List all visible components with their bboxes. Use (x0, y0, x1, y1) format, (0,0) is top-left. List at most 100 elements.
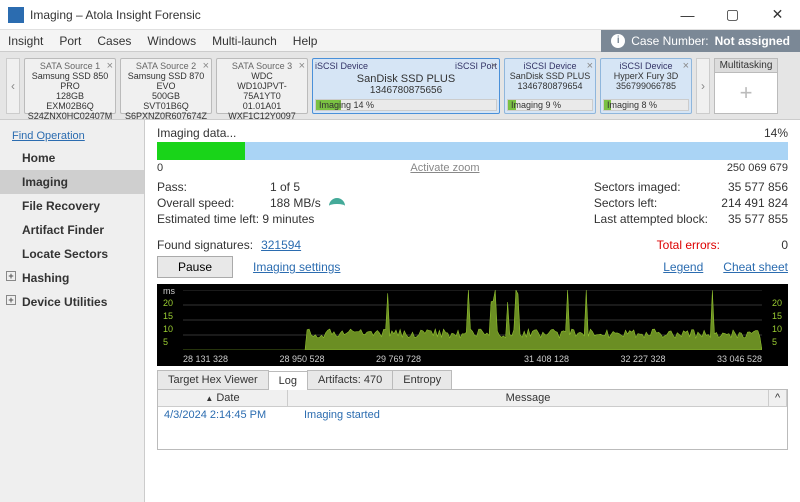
range-end: 250 069 679 (727, 162, 788, 174)
app-icon (8, 7, 24, 23)
errors-value: 0 (728, 238, 788, 252)
expand-icon[interactable]: + (6, 271, 16, 281)
chart-plot (183, 290, 762, 350)
device-iscsi-2[interactable]: × iSCSI Device HyperX Fury 3D 3567990667… (600, 58, 692, 114)
device-scroll-left[interactable]: ‹ (6, 58, 20, 114)
menu-insight[interactable]: Insight (0, 30, 51, 52)
tab-artifacts[interactable]: Artifacts: 470 (307, 370, 393, 389)
pass-label: Pass: (157, 180, 262, 194)
menu-port[interactable]: Port (51, 30, 89, 52)
signatures-link[interactable]: 321594 (261, 238, 301, 252)
legend-link[interactable]: Legend (663, 260, 703, 274)
eta: Estimated time left: 9 minutes (157, 212, 314, 226)
close-icon[interactable]: × (299, 60, 305, 72)
col-date[interactable]: ▲ Date (158, 390, 288, 406)
device-sata3[interactable]: × SATA Source 3 WDC WD10JPVT-75A1YT0 01.… (216, 58, 308, 114)
device-name: WDC (219, 71, 305, 81)
imaging-settings-link[interactable]: Imaging settings (253, 260, 340, 274)
cheat-sheet-link[interactable]: Cheat sheet (723, 260, 788, 274)
menu-multilaunch[interactable]: Multi-launch (204, 30, 285, 52)
tab-log[interactable]: Log (268, 371, 308, 390)
device-fw: 01.01A01 (219, 101, 305, 111)
device-port: iSCSI Device (507, 61, 593, 71)
range-start: 0 (157, 162, 163, 174)
log-panel: ▲ Date Message ^ 4/3/2024 2:14:45 PM Ima… (157, 390, 788, 450)
device-cap: WD10JPVT-75A1YT0 (219, 81, 305, 101)
sidebar-item-artifactfinder[interactable]: Artifact Finder (0, 218, 144, 242)
pause-button[interactable]: Pause (157, 256, 233, 278)
tab-hex[interactable]: Target Hex Viewer (157, 370, 269, 389)
window-title: Imaging – Atola Insight Forensic (30, 8, 665, 22)
maximize-button[interactable]: ▢ (710, 0, 755, 30)
device-port: SATA Source 2 (123, 61, 209, 71)
tab-entropy[interactable]: Entropy (392, 370, 452, 389)
imaging-status: Imaging data... (157, 126, 236, 140)
sidebar-item-hashing[interactable]: +Hashing (0, 266, 144, 290)
close-icon[interactable]: × (107, 60, 113, 72)
case-number-value: Not assigned (715, 34, 790, 48)
device-progress: Imaging 8 % (603, 99, 689, 111)
col-message[interactable]: Message (288, 390, 769, 406)
menu-windows[interactable]: Windows (139, 30, 204, 52)
device-port: iSCSI Device (315, 61, 368, 71)
log-tabs: Target Hex Viewer Log Artifacts: 470 Ent… (157, 370, 788, 390)
chart-unit: ms (163, 286, 175, 296)
close-icon[interactable]: × (491, 60, 497, 72)
menubar: Insight Port Cases Windows Multi-launch … (0, 30, 800, 52)
last-block-label: Last attempted block: (594, 212, 708, 226)
sidebar-item-deviceutilities[interactable]: +Device Utilities (0, 290, 144, 314)
device-name: HyperX Fury 3D (603, 71, 689, 81)
device-fw: EXM02B6Q (27, 101, 113, 111)
device-iscsi-1[interactable]: × iSCSI Device SanDisk SSD PLUS 13467808… (504, 58, 596, 114)
device-name: SanDisk SSD PLUS (507, 71, 593, 81)
log-row[interactable]: 4/3/2024 2:14:45 PM Imaging started (158, 407, 787, 423)
device-sn: S6PXNZ0R607674Z (123, 111, 209, 121)
log-body[interactable]: 4/3/2024 2:14:45 PM Imaging started (158, 407, 787, 449)
sectors-imaged-label: Sectors imaged: (594, 180, 681, 194)
device-name: Samsung SSD 870 EVO (123, 71, 209, 91)
sidebar: Find Operation Home Imaging File Recover… (0, 120, 145, 502)
multitask-label: Multitasking (714, 58, 778, 72)
activate-zoom-link[interactable]: Activate zoom (410, 162, 479, 174)
signatures-label: Found signatures: (157, 238, 253, 252)
window-controls: — ▢ ✕ (665, 0, 800, 30)
device-scroll-right[interactable]: › (696, 58, 710, 114)
sidebar-item-home[interactable]: Home (0, 146, 144, 170)
close-icon[interactable]: × (683, 60, 689, 72)
device-cap: 500GB (123, 91, 209, 101)
close-button[interactable]: ✕ (755, 0, 800, 30)
sectors-left: 214 491 824 (721, 196, 788, 210)
info-icon: i (611, 34, 625, 48)
chart-yticks-left: 2015105 (163, 298, 173, 348)
device-port: SATA Source 3 (219, 61, 305, 71)
scroll-up-icon[interactable]: ^ (769, 390, 787, 406)
sidebar-item-filerecovery[interactable]: File Recovery (0, 194, 144, 218)
device-sata2[interactable]: × SATA Source 2 Samsung SSD 870 EVO 500G… (120, 58, 212, 114)
device-fw: SVT01B6Q (123, 101, 209, 111)
menu-cases[interactable]: Cases (89, 30, 139, 52)
titlebar: Imaging – Atola Insight Forensic — ▢ ✕ (0, 0, 800, 30)
plus-icon[interactable]: + (714, 72, 778, 114)
gauge-icon (329, 198, 345, 208)
device-iscsi-active[interactable]: iSCSI DeviceiSCSI Port× SanDisk SSD PLUS… (312, 58, 500, 114)
multitask[interactable]: Multitasking + (714, 58, 778, 114)
errors-label: Total errors: (657, 238, 720, 252)
device-name: SanDisk SSD PLUS (315, 73, 497, 85)
device-cap: 128GB (27, 91, 113, 101)
device-name: Samsung SSD 850 PRO (27, 71, 113, 91)
sidebar-item-imaging[interactable]: Imaging (0, 170, 144, 194)
chart-xticks: 28 131 32828 950 52829 769 72831 408 128… (183, 354, 762, 364)
device-sata1[interactable]: × SATA Source 1 Samsung SSD 850 PRO 128G… (24, 58, 116, 114)
expand-icon[interactable]: + (6, 295, 16, 305)
case-number-label: Case Number: (631, 34, 708, 48)
menu-help[interactable]: Help (285, 30, 326, 52)
find-operation-link[interactable]: Find Operation (0, 126, 144, 146)
device-sn: WXF1C12Y0097 (219, 111, 305, 121)
case-number[interactable]: i Case Number: Not assigned (601, 30, 800, 52)
imaging-percent: 14% (764, 126, 788, 140)
close-icon[interactable]: × (203, 60, 209, 72)
close-icon[interactable]: × (587, 60, 593, 72)
minimize-button[interactable]: — (665, 0, 710, 30)
sidebar-item-locatesectors[interactable]: Locate Sectors (0, 242, 144, 266)
chart-yticks-right: 2015105 (772, 298, 782, 348)
